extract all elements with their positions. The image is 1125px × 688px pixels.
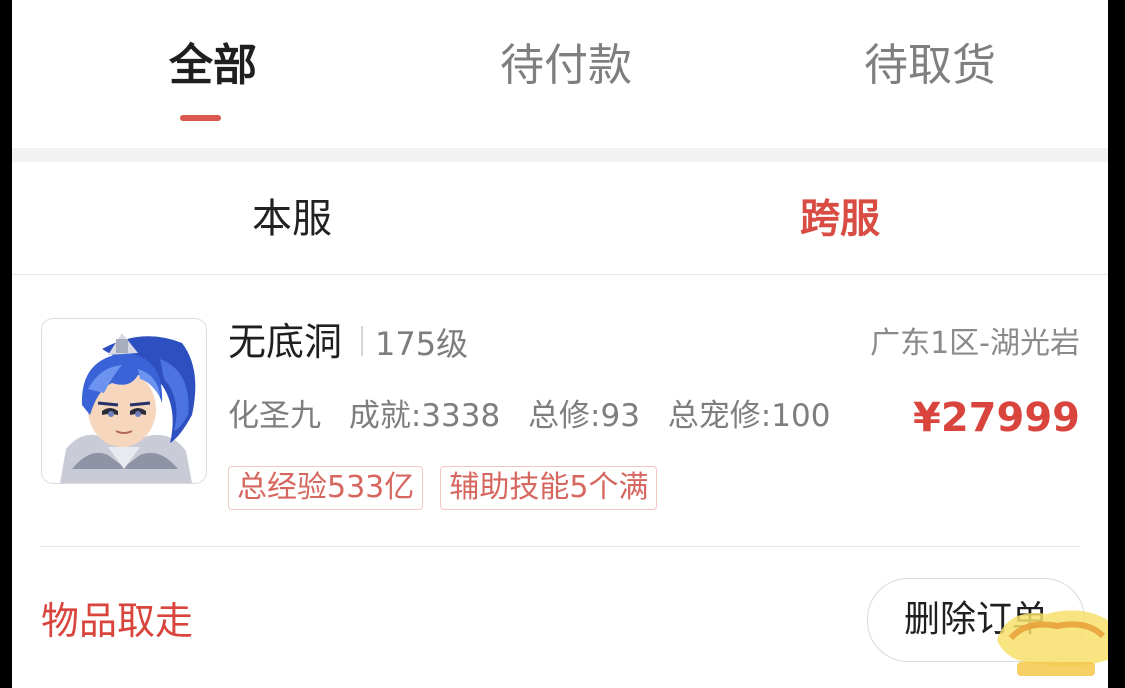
tab-all[interactable]: 全部 [155, 34, 271, 98]
section-divider [12, 148, 1108, 162]
tag-support-skills: 辅助技能5个满 [440, 466, 658, 510]
active-tab-indicator [180, 115, 221, 121]
name-level-separator [361, 326, 363, 356]
stat-pet-cultivation: 总宠修:100 [667, 398, 831, 434]
tag-total-experience: 总经验533亿 [228, 466, 424, 510]
character-level: 175级 [375, 325, 469, 363]
stat-achievement: 成就:3338 [348, 398, 501, 434]
subtab-cross-server[interactable]: 跨服 [800, 194, 880, 244]
stat-cultivation: 总修:93 [528, 398, 640, 434]
stat-rebirth: 化圣九 [228, 398, 321, 434]
character-tags: 总经验533亿 辅助技能5个满 [228, 466, 669, 510]
subtab-local-server[interactable]: 本服 [252, 194, 332, 244]
order-divider [40, 546, 1080, 547]
tab-pending-payment[interactable]: 待付款 [491, 34, 641, 98]
order-price: ¥27999 [913, 395, 1080, 441]
server-subtabs: 本服 跨服 [12, 162, 1108, 275]
character-name: 无底洞 [228, 320, 343, 364]
blue-haired-hero-portrait-icon [42, 319, 206, 483]
order-list-screen: 全部 待付款 待取货 本服 跨服 无底洞 175级 广东1区-湖光岩 化圣九 成… [12, 0, 1108, 688]
character-avatar[interactable] [41, 318, 207, 484]
order-status: 物品取走 [41, 599, 194, 643]
tab-pending-pickup[interactable]: 待取货 [855, 34, 1005, 98]
watermark-logo-icon [997, 610, 1108, 676]
order-status-tabs: 全部 待付款 待取货 [12, 0, 1108, 148]
server-name: 广东1区-湖光岩 [870, 326, 1080, 361]
character-stats: 化圣九 成就:3338 总修:93 总宠修:100 [228, 394, 848, 438]
